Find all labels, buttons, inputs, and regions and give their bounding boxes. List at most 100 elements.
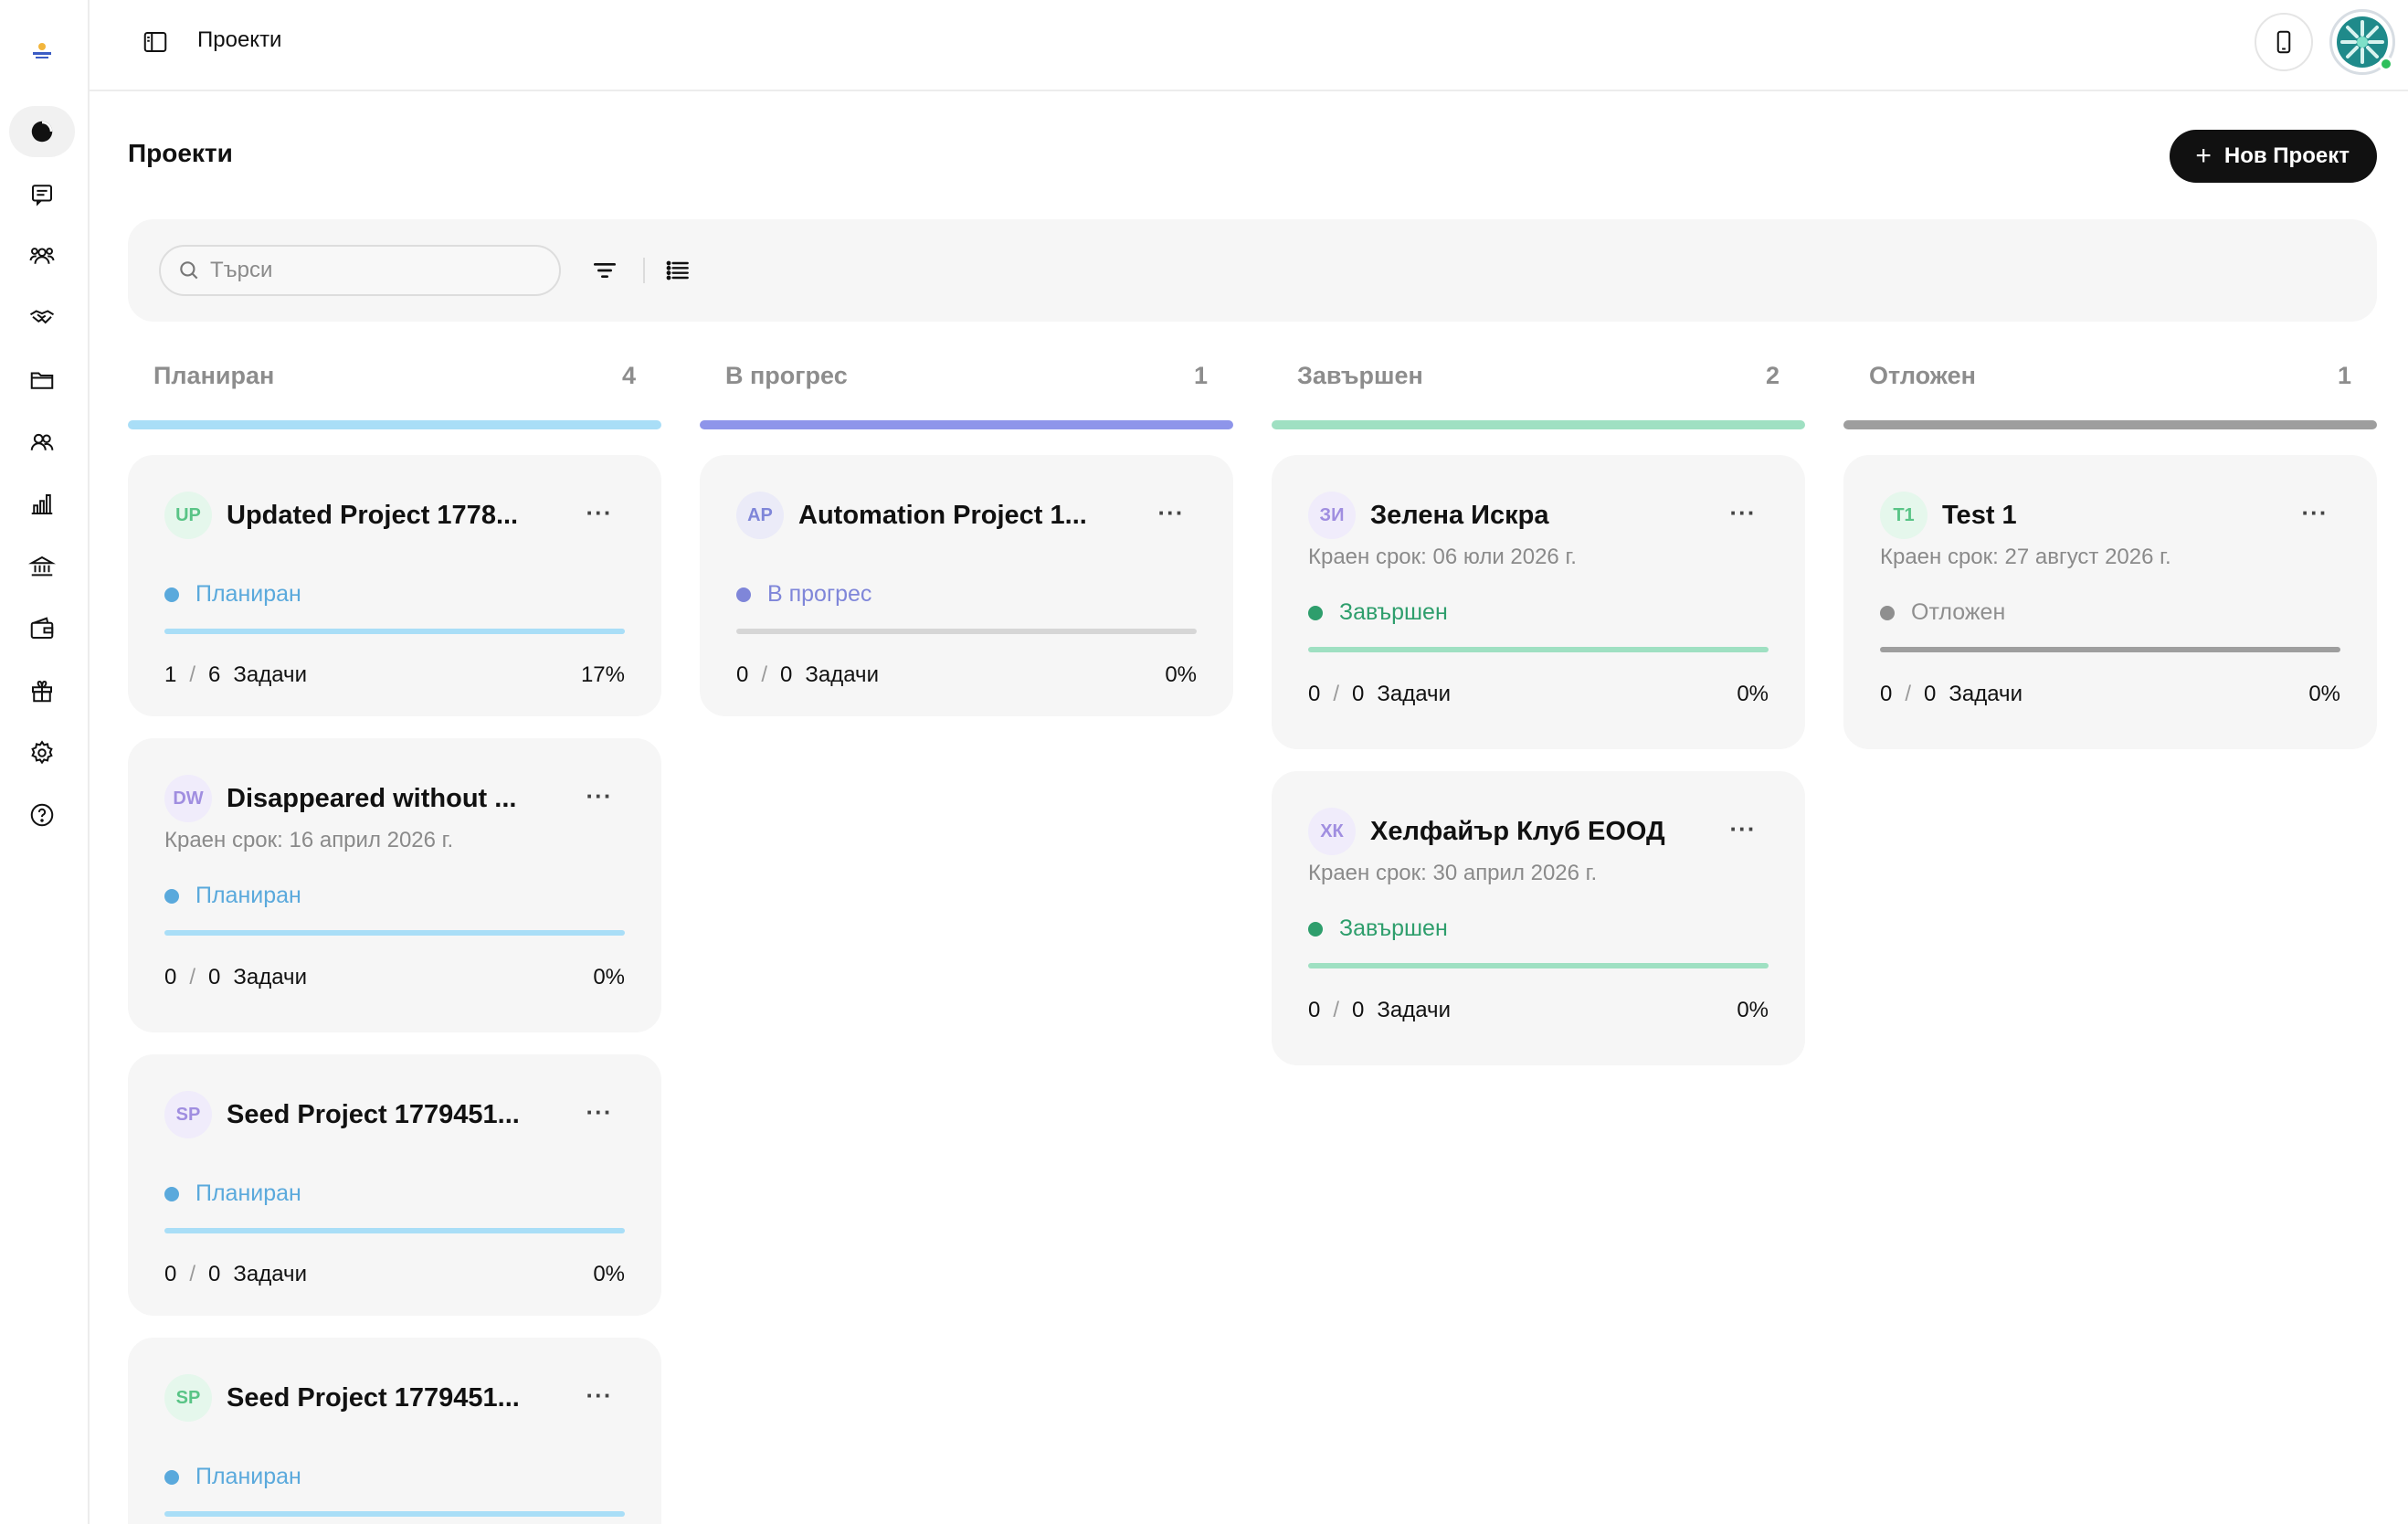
task-counter: 1 / 6 Задачи 17%: [164, 662, 625, 688]
project-card[interactable]: DW Disappeared without ... ··· Краен сро…: [128, 738, 661, 1032]
project-name: Зелена Искра: [1370, 500, 1549, 530]
project-card[interactable]: ХК Хелфайър Клуб ЕООД ··· Краен срок: 30…: [1272, 771, 1805, 1065]
status-label: Завършен: [1339, 599, 1448, 625]
column-count: 1: [2337, 362, 2351, 389]
sidebar-item-settings[interactable]: [9, 727, 75, 778]
progress-fill: [164, 629, 625, 634]
search-box[interactable]: [159, 245, 561, 296]
status-indicator: Планиран: [164, 883, 301, 909]
tasks-total: 6: [208, 662, 221, 687]
status-label: Завършен: [1339, 915, 1448, 941]
page-title: Проекти: [128, 139, 233, 167]
progress-percent: 0%: [2308, 682, 2340, 706]
sidebar-item-reports[interactable]: [9, 479, 75, 530]
column-title: Отложен: [1869, 362, 1976, 389]
new-project-button[interactable]: + Нов Проект: [2170, 130, 2377, 183]
tasks-done: 0: [1880, 682, 1893, 706]
card-header: DW Disappeared without ...: [164, 775, 625, 822]
tasks-separator: /: [189, 965, 196, 990]
status-indicator: Завършен: [1308, 915, 1448, 942]
project-initials: ЗИ: [1308, 492, 1356, 539]
card-header: T1 Test 1: [1880, 492, 2340, 539]
search-input[interactable]: [210, 258, 539, 283]
deadline-text: Краен срок: 06 юли 2026 г.: [1308, 545, 1577, 569]
project-card[interactable]: ЗИ Зелена Искра ··· Краен срок: 06 юли 2…: [1272, 455, 1805, 749]
more-options-button[interactable]: ···: [1725, 499, 1761, 526]
mobile-view-button[interactable]: [2255, 13, 2313, 71]
tasks-done: 0: [1308, 682, 1321, 706]
progress-bar: [1308, 963, 1769, 968]
dashboard-pie-icon: [31, 121, 53, 143]
more-options-button[interactable]: ···: [581, 499, 618, 526]
list-view-button[interactable]: [658, 250, 698, 291]
more-options-button[interactable]: ···: [581, 1098, 618, 1126]
sidebar-item-projects[interactable]: [9, 355, 75, 406]
folder-icon: [30, 372, 54, 389]
status-label: Планиран: [195, 581, 301, 607]
app-logo[interactable]: [27, 38, 57, 62]
more-options-button[interactable]: ···: [581, 1381, 618, 1409]
status-indicator: Планиран: [164, 581, 301, 608]
list-view-icon: [666, 260, 689, 280]
sidebar-item-help[interactable]: [9, 789, 75, 841]
sidebar-toggle-button[interactable]: [137, 24, 174, 60]
tasks-total: 0: [1924, 682, 1937, 706]
project-card[interactable]: SP Seed Project 1779451... ··· Планиран …: [128, 1054, 661, 1316]
tasks-label: Задачи: [805, 662, 879, 687]
filter-button[interactable]: [585, 250, 625, 291]
status-dot: [1880, 605, 1895, 620]
project-name: Seed Project 1779451...: [227, 1382, 520, 1413]
sidebar-item-bank[interactable]: [9, 541, 75, 592]
status-indicator: Планиран: [164, 1180, 301, 1207]
project-card[interactable]: SP Seed Project 1779451... ··· Планиран: [128, 1338, 661, 1524]
more-options-button[interactable]: ···: [2297, 499, 2333, 526]
status-dot: [1308, 605, 1323, 620]
tasks-label: Задачи: [1377, 998, 1451, 1022]
tasks-total: 0: [1352, 682, 1365, 706]
sidebar-item-users[interactable]: [9, 417, 75, 468]
sidebar-item-partners[interactable]: [9, 292, 75, 344]
column-title: Завършен: [1297, 362, 1423, 389]
project-name: Automation Project 1...: [798, 500, 1087, 530]
progress-bar: [164, 1228, 625, 1233]
sidebar-item-messages[interactable]: [9, 168, 75, 219]
user-avatar[interactable]: [2329, 9, 2395, 75]
more-options-button[interactable]: ···: [581, 782, 618, 810]
tasks-total: 0: [208, 965, 221, 990]
column-in-progress: В прогрес 1 AP Automation Project 1... ·…: [700, 353, 1233, 716]
tasks-separator: /: [1905, 682, 1912, 706]
progress-bar: [164, 930, 625, 936]
project-card[interactable]: UP Updated Project 1778... ··· Планиран …: [128, 455, 661, 716]
column-color-bar: [1272, 420, 1805, 429]
status-label: Планиран: [195, 883, 301, 908]
project-card[interactable]: AP Automation Project 1... ··· В прогрес…: [700, 455, 1233, 716]
progress-bar: [164, 629, 625, 634]
deadline-text: Краен срок: 16 април 2026 г.: [164, 828, 454, 852]
bank-icon: [28, 556, 56, 577]
column-title: Планиран: [153, 362, 275, 389]
sidebar-item-team[interactable]: [9, 230, 75, 281]
tasks-done: 0: [164, 965, 177, 990]
more-options-button[interactable]: ···: [1153, 499, 1189, 526]
column-count: 4: [621, 362, 636, 389]
sidebar-item-rewards[interactable]: [9, 665, 75, 716]
status-indicator: Завършен: [1308, 599, 1448, 626]
sidebar-item-dashboard[interactable]: [9, 106, 75, 157]
status-dot: [1308, 921, 1323, 937]
status-label: Отложен: [1911, 599, 2006, 625]
progress-percent: 0%: [593, 965, 625, 990]
project-initials: ХК: [1308, 808, 1356, 855]
column-postponed: Отложен 1 T1 Test 1 ··· Краен срок: 27 а…: [1843, 353, 2377, 749]
more-options-button[interactable]: ···: [1725, 815, 1761, 842]
tasks-separator: /: [1333, 682, 1340, 706]
tasks-label: Задачи: [1377, 682, 1451, 706]
task-counter: 0 / 0 Задачи 0%: [1880, 682, 2340, 707]
new-project-label: Нов Проект: [2223, 143, 2350, 168]
tasks-label: Задачи: [233, 1262, 307, 1286]
status-dot: [736, 587, 751, 602]
status-dot: [164, 888, 179, 904]
card-header: UP Updated Project 1778...: [164, 492, 625, 539]
project-card[interactable]: T1 Test 1 ··· Краен срок: 27 август 2026…: [1843, 455, 2377, 749]
tasks-separator: /: [189, 1262, 196, 1286]
sidebar-item-wallet[interactable]: [9, 603, 75, 654]
